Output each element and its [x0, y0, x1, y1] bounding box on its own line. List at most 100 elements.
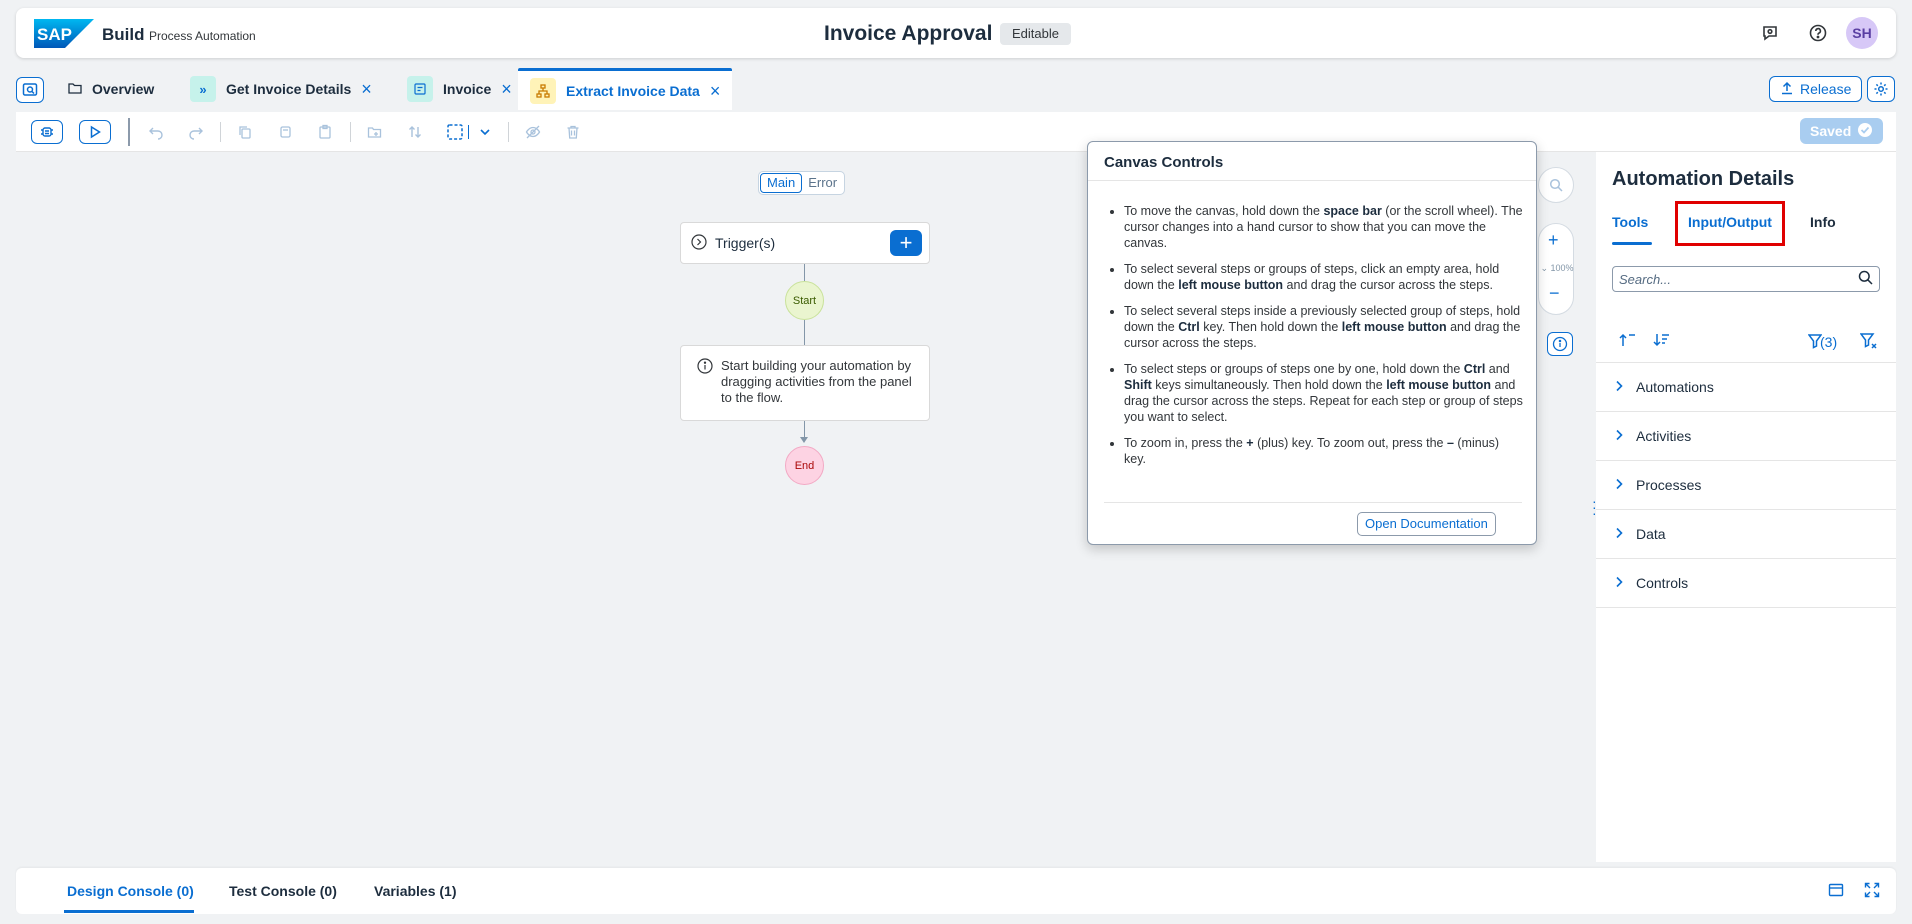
chevron-right-icon — [1614, 477, 1624, 493]
zoom-level: ⌄ 100% — [1540, 263, 1574, 273]
canvas-toolbar: Saved — [16, 112, 1896, 152]
search-icon[interactable] — [16, 77, 44, 103]
tab-test-console[interactable]: Test Console (0) — [229, 883, 337, 899]
sort-icon[interactable] — [402, 120, 428, 144]
info-icon — [697, 358, 713, 378]
popover-title: Canvas Controls — [1104, 154, 1224, 171]
tab-label: Extract Invoice Data — [566, 82, 700, 99]
tip-text: key. Then hold down the — [1199, 320, 1342, 334]
search-icon[interactable] — [1538, 167, 1574, 203]
search-input[interactable]: Search... — [1612, 266, 1880, 292]
folder-icon — [68, 81, 82, 98]
svg-text:SAP: SAP — [37, 25, 72, 44]
tab-tools[interactable]: Tools — [1612, 214, 1648, 230]
start-node: Start — [785, 281, 824, 320]
debug-icon[interactable] — [31, 120, 63, 144]
info-icon[interactable] — [1547, 332, 1573, 356]
highlight-box — [1675, 201, 1785, 246]
panel-title: Automation Details — [1612, 168, 1795, 190]
active-tab-indicator — [64, 910, 194, 913]
page-title: Invoice Approval — [824, 22, 993, 45]
canvas-control-tip: To move the canvas, hold down the space … — [1124, 203, 1524, 251]
status-badge: Editable — [1000, 23, 1071, 45]
delete-icon[interactable] — [560, 120, 586, 144]
release-button[interactable]: Release — [1769, 76, 1863, 102]
tip-emphasis: Ctrl — [1178, 320, 1200, 334]
redo-icon[interactable] — [183, 120, 209, 144]
tab-error[interactable]: Error — [802, 173, 843, 193]
help-icon[interactable] — [1802, 17, 1834, 49]
section-processes[interactable]: Processes — [1596, 461, 1896, 510]
automation-details-panel: Automation Details Tools Input/Output In… — [1596, 152, 1896, 862]
feedback-icon[interactable] — [1754, 17, 1786, 49]
section-activities[interactable]: Activities — [1596, 412, 1896, 461]
tab-label: Overview — [92, 81, 155, 97]
form-icon — [407, 76, 433, 102]
tab-label: Get Invoice Details — [226, 81, 352, 97]
brand-name: Build — [102, 25, 145, 44]
copy-icon[interactable] — [232, 120, 258, 144]
toolbar-divider — [128, 118, 130, 146]
canvas-controls-list: To move the canvas, hold down the space … — [1124, 203, 1524, 477]
duplicate-icon[interactable] — [272, 120, 298, 144]
flow-connector — [804, 264, 805, 281]
search-icon[interactable] — [1858, 270, 1873, 288]
tab-overview[interactable]: Overview — [56, 68, 166, 110]
sort-descending-icon[interactable] — [1652, 332, 1670, 351]
tab-extract-invoice-data[interactable]: Extract Invoice Data × — [518, 68, 733, 110]
section-automations[interactable]: Automations — [1596, 363, 1896, 412]
tip-emphasis: left mouse button — [1178, 278, 1284, 292]
canvas-control-tip: To select steps or groups of steps one b… — [1124, 361, 1524, 425]
zoom-in-button[interactable]: + — [1548, 230, 1559, 251]
close-icon[interactable]: × — [501, 80, 512, 98]
add-group-icon[interactable] — [362, 120, 388, 144]
tip-emphasis: + — [1246, 436, 1254, 450]
close-icon[interactable]: × — [710, 82, 721, 100]
hide-icon[interactable] — [520, 120, 546, 144]
select-area-icon[interactable] — [442, 120, 468, 144]
canvas-control-tip: To zoom in, press the + (plus) key. To z… — [1124, 435, 1524, 467]
saved-status: Saved — [1800, 118, 1884, 144]
add-trigger-button[interactable]: + — [890, 230, 922, 256]
zoom-out-button[interactable]: − — [1549, 283, 1560, 304]
close-icon[interactable]: × — [361, 80, 372, 98]
toolbar-divider — [508, 122, 509, 142]
flow-switcher: Main Error — [758, 171, 846, 195]
section-data[interactable]: Data — [1596, 510, 1896, 559]
chevron-right-icon — [1614, 526, 1624, 542]
tip-text: To zoom in, press the — [1124, 436, 1247, 450]
tab-main[interactable]: Main — [760, 173, 803, 193]
tip-text: To select steps or groups of steps one b… — [1124, 362, 1464, 376]
chevron-right-circle-icon[interactable] — [691, 233, 707, 253]
panel-icon[interactable] — [1828, 882, 1844, 901]
undo-icon[interactable] — [143, 120, 169, 144]
tip-text: To move the canvas, hold down the — [1124, 204, 1324, 218]
tip-text: (plus) key. To zoom out, press the — [1253, 436, 1447, 450]
toolbar-divider — [220, 122, 221, 142]
filter-count: (3) — [1820, 334, 1838, 350]
avatar[interactable]: SH — [1846, 17, 1878, 49]
gear-icon[interactable] — [1867, 76, 1895, 102]
automation-icon — [530, 77, 556, 104]
bottom-console: Design Console (0) Test Console (0) Vari… — [16, 868, 1896, 914]
brand-subtitle: Process Automation — [149, 29, 256, 43]
paste-icon[interactable] — [312, 120, 338, 144]
sap-logo[interactable]: SAP — [34, 19, 94, 48]
clear-filter-icon[interactable] — [1859, 332, 1878, 353]
chevron-right-icon — [1614, 575, 1624, 591]
sort-ascending-icon[interactable] — [1618, 332, 1636, 351]
section-controls[interactable]: Controls — [1596, 559, 1896, 608]
run-icon[interactable] — [79, 120, 111, 144]
chevron-right-icon — [1614, 428, 1624, 444]
active-tab-indicator — [1612, 242, 1652, 245]
tab-variables[interactable]: Variables (1) — [374, 883, 457, 899]
fullscreen-icon[interactable] — [1864, 882, 1880, 901]
open-documentation-button[interactable]: Open Documentation — [1357, 512, 1496, 536]
tab-design-console[interactable]: Design Console (0) — [67, 883, 194, 899]
tip-emphasis: left mouse button — [1341, 320, 1447, 334]
tab-info[interactable]: Info — [1810, 214, 1836, 230]
chevron-down-icon[interactable] — [472, 120, 498, 144]
tab-get-invoice-details[interactable]: » Get Invoice Details × — [178, 68, 384, 110]
tab-invoice[interactable]: Invoice × — [395, 68, 524, 110]
flow-connector — [804, 320, 805, 345]
